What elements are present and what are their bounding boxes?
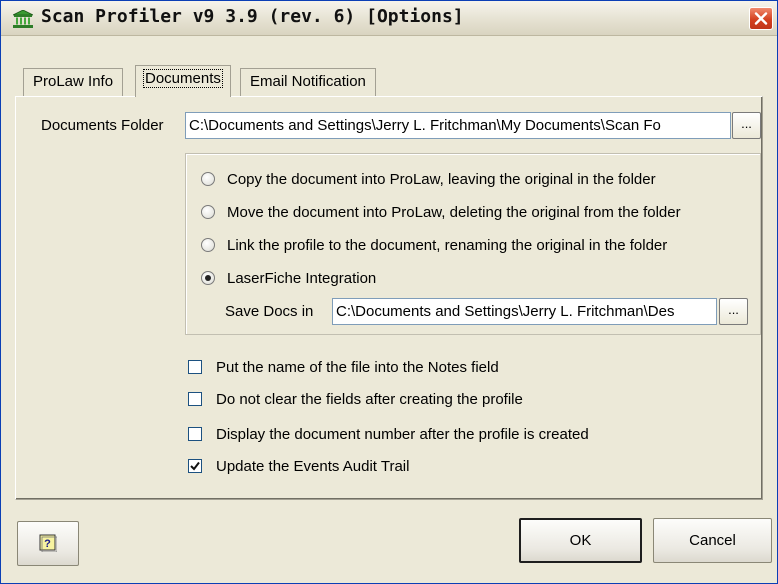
checkbox-label: Update the Events Audit Trail	[216, 457, 410, 475]
cancel-button[interactable]: Cancel	[653, 518, 772, 563]
svg-text:?: ?	[44, 538, 51, 550]
radio-label: Copy the document into ProLaw, leaving t…	[227, 170, 656, 188]
close-icon	[754, 12, 768, 25]
checkbox-display-document-number[interactable]: Display the document number after the pr…	[188, 423, 589, 445]
radio-move-document[interactable]: Move the document into ProLaw, deleting …	[201, 201, 681, 223]
documents-folder-browse-button[interactable]: ...	[732, 112, 761, 139]
help-icon: ?	[39, 534, 57, 552]
help-button[interactable]: ?	[17, 521, 79, 566]
tab-prolaw-info[interactable]: ProLaw Info	[23, 68, 124, 96]
save-docs-browse-button[interactable]: ...	[719, 298, 748, 325]
checkbox-do-not-clear-fields[interactable]: Do not clear the fields after creating t…	[188, 388, 523, 410]
checkbox-update-audit-trail[interactable]: Update the Events Audit Trail	[188, 455, 409, 477]
tab-label: Documents	[143, 69, 223, 88]
tab-label: Email Notification	[250, 73, 366, 90]
radio-label: LaserFiche Integration	[227, 269, 377, 287]
window-title: Scan Profiler v9 3.9 (rev. 6) [Options]	[41, 6, 464, 27]
ok-button[interactable]: OK	[519, 518, 642, 563]
checkbox-label: Do not clear the fields after creating t…	[216, 390, 523, 408]
checkbox-label: Put the name of the file into the Notes …	[216, 358, 499, 376]
checkbox-label: Display the document number after the pr…	[216, 425, 589, 443]
checkbox[interactable]	[188, 427, 202, 441]
tab-label: ProLaw Info	[33, 73, 114, 90]
options-dialog: Scan Profiler v9 3.9 (rev. 6) [Options] …	[0, 0, 778, 584]
radio-button[interactable]	[201, 271, 215, 285]
radio-label: Move the document into ProLaw, deleting …	[227, 203, 681, 221]
radio-button[interactable]	[201, 172, 215, 186]
radio-laserfiche-integration[interactable]: LaserFiche Integration	[201, 267, 376, 289]
save-docs-label: Save Docs in	[225, 303, 314, 320]
checkbox[interactable]	[188, 360, 202, 374]
radio-link-profile[interactable]: Link the profile to the document, renami…	[201, 234, 667, 256]
title-bar[interactable]: Scan Profiler v9 3.9 (rev. 6) [Options]	[1, 1, 777, 36]
radio-label: Link the profile to the document, renami…	[227, 236, 668, 254]
tab-email-notification[interactable]: Email Notification	[240, 68, 376, 96]
documents-folder-input[interactable]: C:\Documents and Settings\Jerry L. Fritc…	[185, 112, 731, 139]
tab-documents[interactable]: Documents	[135, 65, 231, 97]
radio-button[interactable]	[201, 238, 215, 252]
close-button[interactable]	[749, 7, 773, 30]
documents-folder-label: Documents Folder	[41, 117, 164, 134]
radio-copy-document[interactable]: Copy the document into ProLaw, leaving t…	[201, 168, 656, 190]
checkmark-icon	[190, 461, 200, 471]
radio-button[interactable]	[201, 205, 215, 219]
save-docs-input[interactable]: C:\Documents and Settings\Jerry L. Fritc…	[332, 298, 717, 325]
checkbox[interactable]	[188, 392, 202, 406]
checkbox[interactable]	[188, 459, 202, 473]
bank-building-icon	[13, 10, 33, 28]
checkbox-file-name-notes[interactable]: Put the name of the file into the Notes …	[188, 356, 499, 378]
